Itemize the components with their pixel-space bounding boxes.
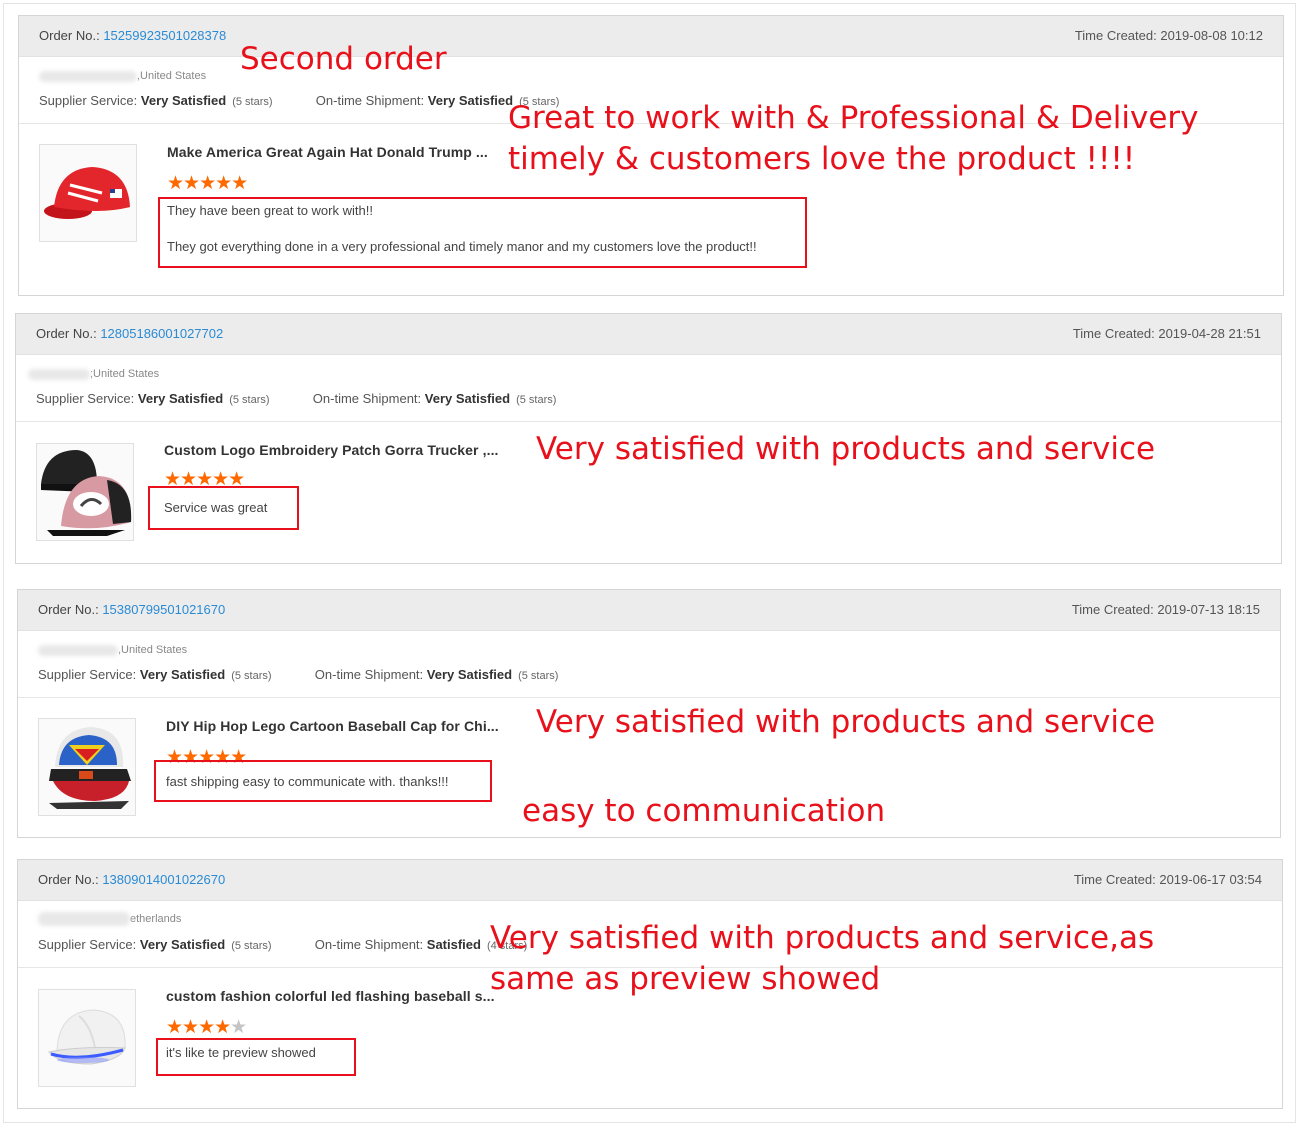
- rating-row: Supplier Service: Very Satisfied (5 stars…: [36, 391, 557, 406]
- star-icon: ★★★★★: [167, 173, 248, 194]
- product-image[interactable]: [38, 718, 136, 816]
- order-number-link[interactable]: 12805186001027702: [100, 326, 223, 341]
- star-empty-icon: ★: [230, 1017, 247, 1038]
- product-image[interactable]: [38, 989, 136, 1087]
- redacted-name: [28, 368, 90, 380]
- order-header: Order No.: 13809014001022670 Time Create…: [18, 860, 1282, 901]
- order-header: Order No.: 15259923501028378 Time Create…: [19, 16, 1283, 57]
- redacted-name: [38, 912, 130, 926]
- order-number: Order No.: 12805186001027702: [36, 326, 224, 341]
- star-rating: ★★★★★: [167, 172, 248, 195]
- rating-row: Supplier Service: Very Satisfied (5 stars…: [38, 937, 528, 952]
- order-header: Order No.: 15380799501021670 Time Create…: [18, 590, 1280, 631]
- rating-row: Supplier Service: Very Satisfied (5 stars…: [39, 93, 560, 108]
- annotation-order4: Very satisfied with products and service…: [490, 920, 1155, 997]
- buyer-location: ,United States: [38, 644, 187, 656]
- product-image[interactable]: [39, 144, 137, 242]
- product-name[interactable]: custom fashion colorful led flashing bas…: [166, 988, 495, 1004]
- divider: [16, 421, 1281, 422]
- redacted-name: [38, 644, 118, 656]
- product-image[interactable]: [36, 443, 134, 541]
- order-number: Order No.: 15380799501021670: [38, 602, 226, 617]
- highlight-box: [154, 760, 492, 802]
- product-name[interactable]: DIY Hip Hop Lego Cartoon Baseball Cap fo…: [166, 718, 499, 734]
- time-created: Time Created: 2019-08-08 10:12: [1074, 28, 1263, 43]
- highlight-box: [156, 1038, 356, 1076]
- time-created: Time Created: 2019-07-13 18:15: [1071, 602, 1260, 617]
- annotation-order2: Very satisfied with products and service: [536, 431, 1156, 467]
- buyer-location: etherlands: [38, 912, 181, 926]
- order-number: Order No.: 15259923501028378: [39, 28, 227, 43]
- annotation-second-order: Second order: [240, 41, 447, 77]
- buyer-location: ,United States: [39, 70, 206, 82]
- time-created: Time Created: 2019-06-17 03:54: [1073, 872, 1262, 887]
- highlight-box: [158, 197, 807, 268]
- red-cap-icon: [44, 167, 130, 219]
- order-number-link[interactable]: 15380799501021670: [102, 602, 225, 617]
- divider: [18, 697, 1280, 698]
- product-name[interactable]: Make America Great Again Hat Donald Trum…: [167, 144, 488, 160]
- annotation-order3: Very satisfied with products and service: [536, 704, 1156, 740]
- buyer-location: ;United States: [28, 368, 159, 380]
- time-created: Time Created: 2019-04-28 21:51: [1072, 326, 1261, 341]
- annotation-order1: Great to work with & Professional & Deli…: [508, 100, 1199, 177]
- order-number: Order No.: 13809014001022670: [38, 872, 226, 887]
- star-icon: ★★★★: [166, 1017, 231, 1038]
- annotation-order3-communication: easy to communication: [522, 793, 886, 829]
- superman-cap-icon: [49, 727, 131, 809]
- star-rating: ★★★★★: [166, 1016, 247, 1039]
- highlight-box: [148, 486, 299, 530]
- order-number-link[interactable]: 13809014001022670: [102, 872, 225, 887]
- product-name[interactable]: Custom Logo Embroidery Patch Gorra Truck…: [164, 442, 499, 458]
- redacted-name: [39, 70, 137, 82]
- led-cap-icon: [48, 1009, 126, 1065]
- trucker-cap-icon: [41, 450, 132, 536]
- order-number-link[interactable]: 15259923501028378: [103, 28, 226, 43]
- rating-row: Supplier Service: Very Satisfied (5 stars…: [38, 667, 559, 682]
- order-header: Order No.: 12805186001027702 Time Create…: [16, 314, 1281, 355]
